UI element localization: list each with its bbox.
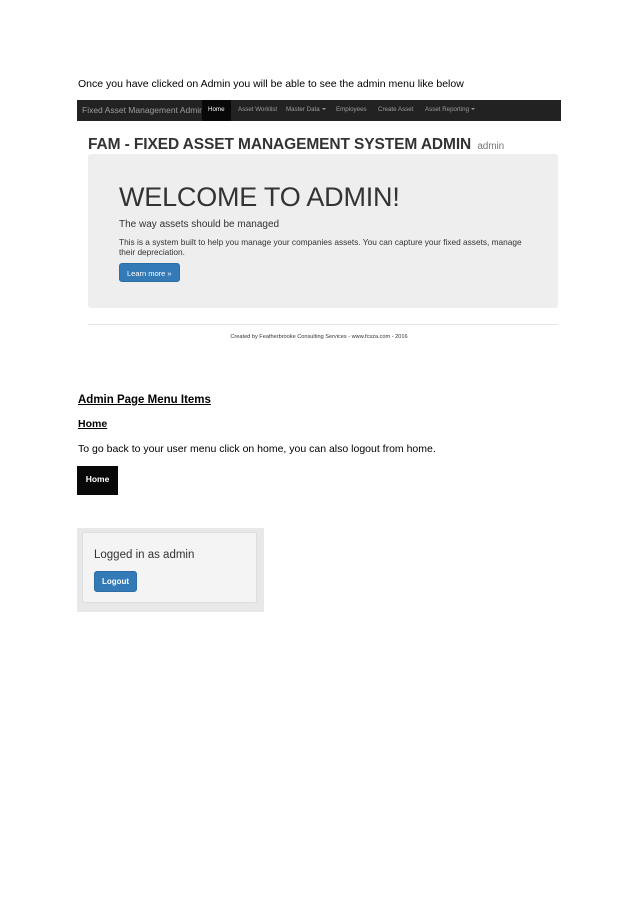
navbar: Fixed Asset Management Admin Home Asset … — [77, 100, 561, 121]
section-heading: Admin Page Menu Items — [78, 394, 211, 406]
nav-create-asset[interactable]: Create Asset — [378, 106, 413, 113]
jumbotron: WELCOME TO ADMIN! The way assets should … — [88, 154, 558, 308]
login-panel: Logged in as admin Logout — [82, 532, 257, 603]
page-title-text: FAM - FIXED ASSET MANAGEMENT SYSTEM ADMI… — [88, 136, 472, 153]
nav-asset-reporting-label: Asset Reporting — [425, 106, 470, 113]
nav-asset-worklist[interactable]: Asset Worklist — [238, 106, 277, 113]
jumbotron-heading: WELCOME TO ADMIN! — [119, 182, 400, 212]
logout-button[interactable]: Logout — [94, 571, 137, 592]
learn-more-button[interactable]: Learn more » — [119, 263, 180, 282]
nav-asset-reporting[interactable]: Asset Reporting — [425, 106, 476, 113]
nav-master-data-label: Master Data — [286, 106, 320, 113]
jumbotron-body: This is a system built to help you manag… — [119, 237, 522, 257]
sub-heading: Home — [78, 418, 108, 430]
caret-down-icon — [321, 108, 326, 111]
home-button-screenshot[interactable]: Home — [77, 466, 118, 495]
jumbotron-lead: The way assets should be managed — [119, 219, 280, 230]
page-title: FAM - FIXED ASSET MANAGEMENT SYSTEM ADMI… — [88, 136, 504, 154]
footer-divider — [88, 324, 558, 325]
login-panel-screenshot: Logged in as admin Logout — [77, 528, 264, 612]
caret-down-icon — [471, 108, 476, 111]
nav-employees[interactable]: Employees — [336, 106, 367, 113]
admin-page-screenshot: Fixed Asset Management Admin Home Asset … — [77, 100, 561, 346]
nav-home[interactable]: Home — [202, 100, 231, 121]
footer-text: Created by Featherbrooke Consulting Serv… — [230, 334, 408, 340]
navbar-brand[interactable]: Fixed Asset Management Admin — [82, 105, 204, 115]
intro-text: Once you have clicked on Admin you will … — [78, 78, 464, 90]
logged-in-text: Logged in as admin — [94, 549, 195, 561]
nav-master-data[interactable]: Master Data — [286, 106, 326, 113]
home-button-label: Home — [85, 474, 110, 484]
body-text: To go back to your user menu click on ho… — [78, 443, 436, 455]
page-title-subtext: admin — [477, 141, 505, 152]
